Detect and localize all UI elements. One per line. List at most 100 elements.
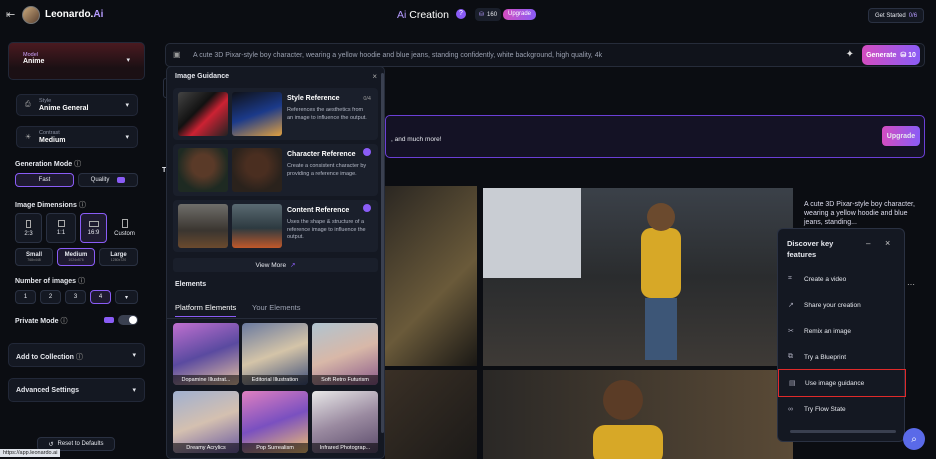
upgrade-button[interactable]: Upgrade xyxy=(503,9,537,20)
image-dimensions-title: Image Dimensions ⓘ xyxy=(15,202,86,209)
video-icon: ⌗ xyxy=(788,275,792,282)
close-icon[interactable]: × xyxy=(885,238,890,248)
image-guidance-panel: Image Guidance × Style Reference 0/4 Ref… xyxy=(166,66,385,459)
size-medium-button[interactable]: Medium 1024x576 xyxy=(57,248,95,266)
style-element-card[interactable]: Dreamy Acrylics xyxy=(173,391,239,453)
style-element-card[interactable]: Infrared Photograp... xyxy=(312,391,378,453)
contrast-selector[interactable]: ☀ Contrast Medium ▾ xyxy=(16,126,138,148)
chevron-down-icon: ▾ xyxy=(132,387,136,394)
advanced-settings-section[interactable]: Advanced Settings ▾ xyxy=(8,378,145,402)
brand-logo-icon xyxy=(22,6,40,24)
get-started-button[interactable]: Get Started 0/6 xyxy=(868,8,925,23)
style-element-card[interactable]: Editorial Illustration xyxy=(242,323,308,385)
premium-badge-icon xyxy=(363,204,371,212)
private-mode-toggle[interactable] xyxy=(118,315,138,325)
image-upload-icon[interactable]: ▣ xyxy=(173,50,181,59)
panel-scrollbar[interactable] xyxy=(381,73,384,433)
images-1-button[interactable]: 1 xyxy=(15,290,36,304)
discover-features-popup: Discover key features – × ⌗ Create a vide… xyxy=(777,228,906,442)
style-selector[interactable]: ⎙ Style Anime General ▾ xyxy=(16,94,138,116)
chevron-down-icon: ▾ xyxy=(132,352,136,359)
sun-icon: ☀ xyxy=(25,134,32,141)
view-more-button[interactable]: View More ↗ xyxy=(173,258,378,272)
landscape-ratio-icon xyxy=(88,220,99,227)
fast-mode-button[interactable]: Fast xyxy=(15,173,74,187)
elements-title: Elements xyxy=(175,281,207,288)
model-value: Anime xyxy=(23,58,45,65)
generate-button[interactable]: Generate ⛁ 10 xyxy=(862,45,920,65)
size-large-button[interactable]: Large 1280x720 xyxy=(99,248,138,266)
custom-ratio-icon xyxy=(121,219,128,228)
ratio-custom-button[interactable]: Custom xyxy=(111,213,138,243)
style-element-card[interactable]: Dopamine Illustrat... xyxy=(173,323,239,385)
discover-item-image-guidance[interactable]: ▤ Use image guidance xyxy=(778,369,906,397)
generated-image[interactable] xyxy=(385,186,477,366)
premium-badge-icon xyxy=(363,148,371,156)
tab-platform-elements[interactable]: Platform Elements xyxy=(175,303,237,317)
tab-your-elements[interactable]: Your Elements xyxy=(252,303,301,312)
info-icon[interactable]: ⓘ xyxy=(79,202,86,209)
discover-item-blueprint[interactable]: ⧉ Try a Blueprint xyxy=(778,344,906,370)
style-ref-thumb xyxy=(178,92,228,136)
settings-sidebar: Model Anime ▾ ⎙ Style Anime General ▾ ☀ … xyxy=(8,42,145,459)
images-3-button[interactable]: 3 xyxy=(65,290,86,304)
style-element-card[interactable]: Soft Retro Futurism xyxy=(312,323,378,385)
blueprint-icon: ⧉ xyxy=(788,353,793,360)
style-reference-card[interactable]: Style Reference 0/4 References the aesth… xyxy=(173,88,378,140)
portrait-ratio-icon xyxy=(26,219,31,228)
result-prompt-preview: A cute 3D Pixar-style boy character, wea… xyxy=(804,201,915,226)
images-2-button[interactable]: 2 xyxy=(40,290,61,304)
images-4-button[interactable]: 4 xyxy=(90,290,111,304)
page-title: Ai Creation xyxy=(397,9,449,21)
more-options-icon[interactable]: ⋯ xyxy=(907,280,915,289)
quality-mode-button[interactable]: Quality xyxy=(78,173,138,187)
sparkle-icon[interactable]: ✦ xyxy=(846,49,854,60)
status-url: https://app.leonardo.ai xyxy=(0,449,61,457)
collapse-sidebar-icon[interactable]: ⇤ xyxy=(6,8,15,21)
info-icon[interactable]: ⓘ xyxy=(74,161,81,168)
contrast-value: Medium xyxy=(39,137,66,144)
ratio-16-9-button[interactable]: 16:9 xyxy=(80,213,107,243)
search-icon[interactable]: ⌕ xyxy=(903,428,925,450)
private-mode-title: Private Mode ⓘ xyxy=(15,318,68,325)
generated-image[interactable] xyxy=(385,370,477,459)
images-more-button[interactable]: ▾ xyxy=(115,290,138,304)
ratio-1-1-button[interactable]: 1:1 xyxy=(46,213,76,243)
style-ref-thumb xyxy=(232,92,282,136)
prompt-bar: ▣ A cute 3D Pixar-style boy character, w… xyxy=(165,43,925,67)
brand-name[interactable]: Leonardo.Ai xyxy=(45,9,103,20)
ratio-2-3-button[interactable]: 2:3 xyxy=(15,213,42,243)
info-icon: ⓘ xyxy=(75,354,83,361)
discover-item-flow-state[interactable]: ∞ Try Flow State xyxy=(778,396,906,422)
discover-item-remix[interactable]: ✂ Remix an image xyxy=(778,318,906,344)
chevron-down-icon: ▾ xyxy=(124,294,128,301)
model-selector[interactable]: Model Anime ▾ xyxy=(8,42,145,80)
token-balance[interactable]: ⛁ 160 xyxy=(475,8,502,21)
info-icon[interactable]: ⓘ xyxy=(78,278,85,285)
size-small-button[interactable]: Small 768x448 xyxy=(15,248,53,266)
generated-image[interactable] xyxy=(483,188,793,366)
prompt-input[interactable]: A cute 3D Pixar-style boy character, wea… xyxy=(193,52,602,59)
square-ratio-icon xyxy=(57,220,65,227)
image-guidance-title: Image Guidance xyxy=(175,73,230,80)
generated-image[interactable] xyxy=(483,370,793,459)
premium-badge-icon xyxy=(104,317,114,323)
reset-icon: ↺ xyxy=(48,441,54,448)
info-icon[interactable]: ⓘ xyxy=(61,318,68,325)
token-icon: ⛁ xyxy=(900,52,907,59)
upgrade-banner: , and much more! Upgrade xyxy=(385,115,925,158)
content-ref-thumb xyxy=(178,204,228,248)
character-reference-card[interactable]: Character Reference Create a consistent … xyxy=(173,144,378,196)
minimize-icon[interactable]: – xyxy=(866,239,870,248)
discover-item-share[interactable]: ↗ Share your creation xyxy=(778,292,906,318)
close-icon[interactable]: × xyxy=(372,72,377,81)
style-element-card[interactable]: Pop Surrealism xyxy=(242,391,308,453)
chevron-down-icon: ▾ xyxy=(125,102,129,109)
chevron-down-icon: ▾ xyxy=(126,57,130,64)
help-icon[interactable]: ? xyxy=(456,9,466,19)
banner-upgrade-button[interactable]: Upgrade xyxy=(882,126,920,146)
discover-item-create-video[interactable]: ⌗ Create a video xyxy=(778,266,906,292)
generation-mode-title: Generation Mode ⓘ xyxy=(15,161,82,168)
add-to-collection-section[interactable]: Add to Collection ⓘ ▾ xyxy=(8,343,145,367)
content-reference-card[interactable]: Content Reference Uses the shape & struc… xyxy=(173,200,378,252)
